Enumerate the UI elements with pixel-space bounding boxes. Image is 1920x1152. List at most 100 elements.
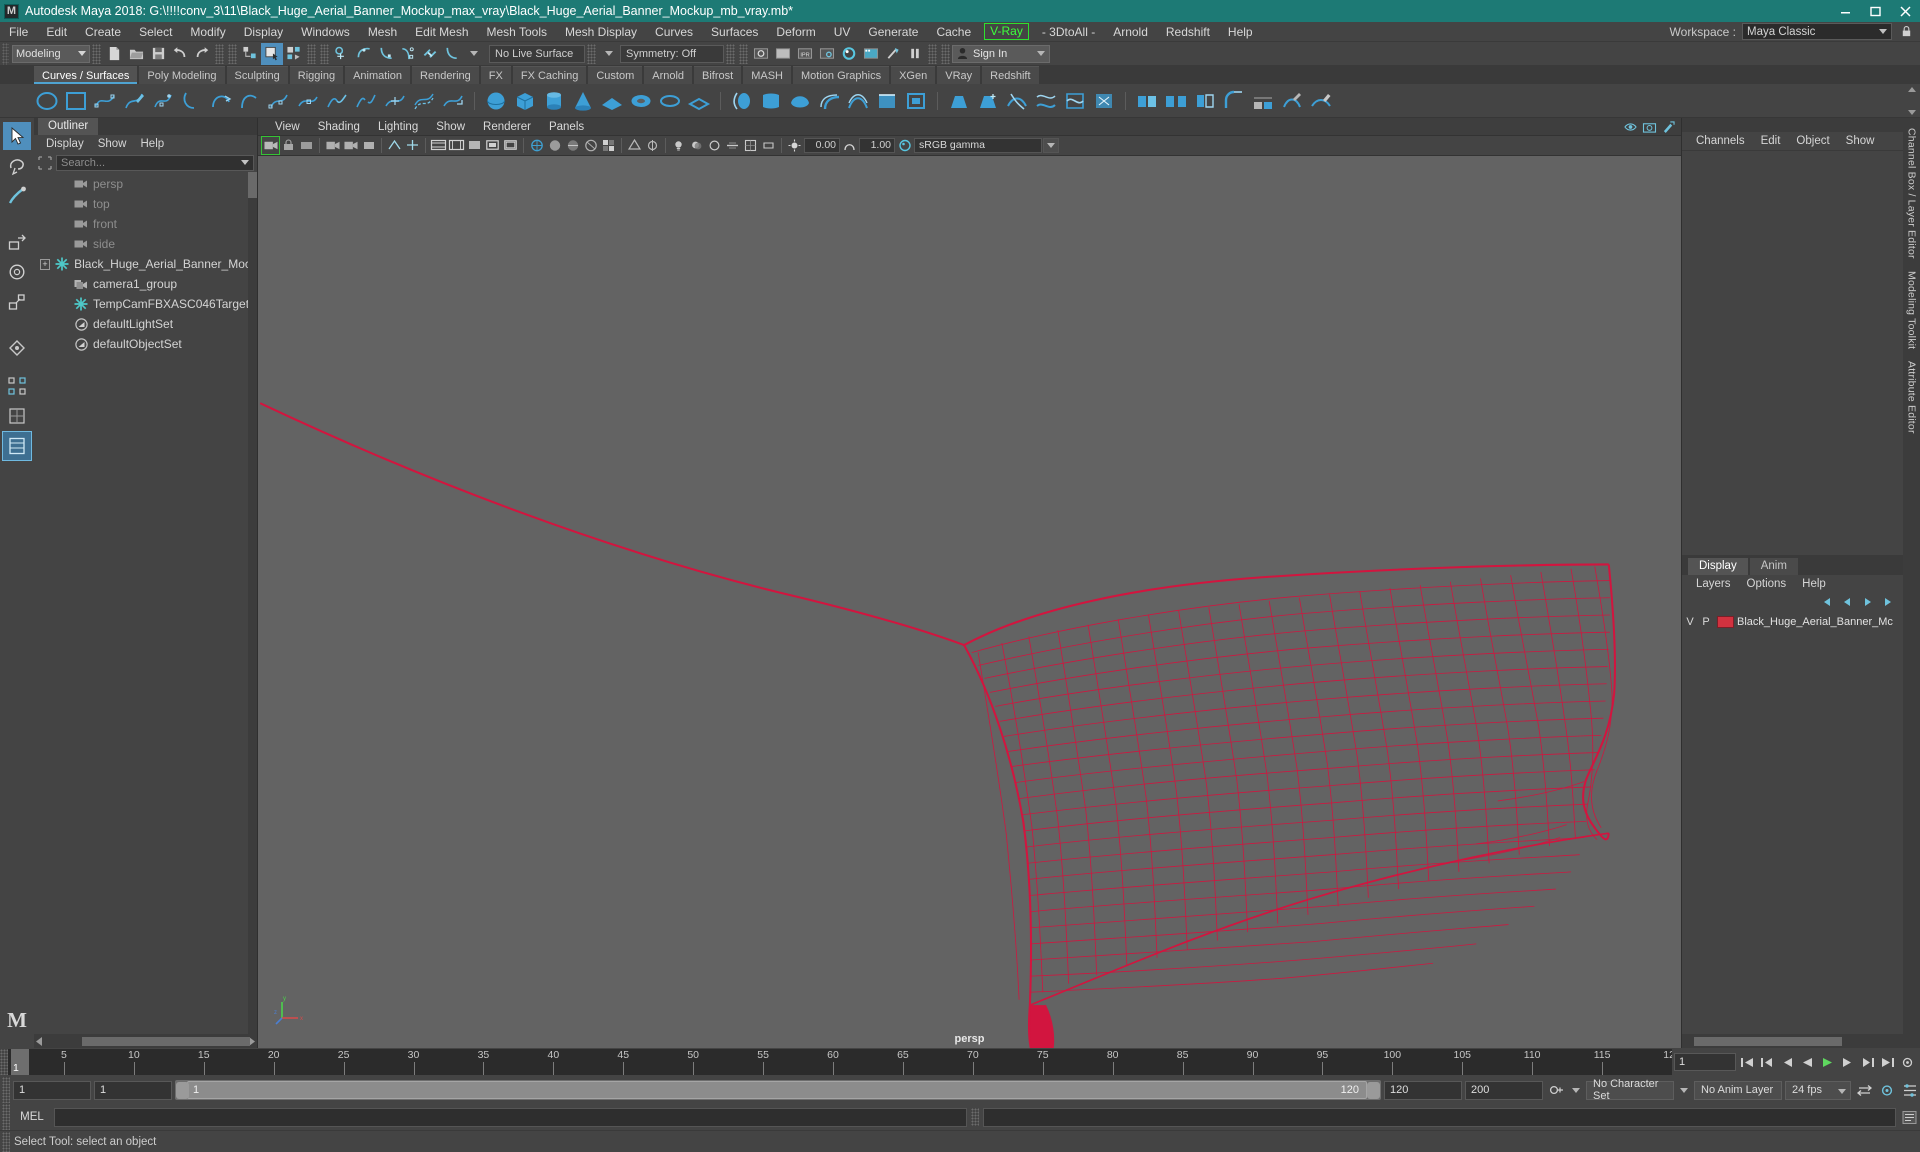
menu-file[interactable]: File [0,22,37,42]
character-set-field[interactable]: No Character Set [1586,1078,1674,1102]
nurbs-circle-prim-icon[interactable] [657,88,683,114]
outliner-item-side[interactable]: side [34,234,257,254]
render-sequence-icon[interactable] [860,43,882,65]
menu-mesh-display[interactable]: Mesh Display [556,22,646,42]
menu-cache[interactable]: Cache [927,22,980,42]
xray-display-icon[interactable] [2,431,32,461]
nurbs-cube-icon[interactable] [512,88,538,114]
scrollbar-thumb[interactable] [82,1037,250,1046]
rotate-tool-icon[interactable] [3,258,31,286]
hypershade-icon[interactable] [838,43,860,65]
menu-help[interactable]: Help [1219,22,1262,42]
exposure-value-field[interactable]: 0.00 [804,137,840,153]
offset-curve-icon[interactable] [411,88,437,114]
show-render-view-icon[interactable] [750,43,772,65]
shelf-tab-mash[interactable]: MASH [743,66,791,84]
menu-edit-mesh[interactable]: Edit Mesh [406,22,477,42]
channelbox-menu-channels[interactable]: Channels [1688,133,1753,150]
ipr-render-icon[interactable]: IPR [794,43,816,65]
safe-title-icon[interactable] [502,137,519,154]
bevel-plus-icon[interactable] [975,88,1001,114]
shelf-tab-custom[interactable]: Custom [588,66,643,84]
wireframe-shaded-icon[interactable] [528,137,545,154]
symmetry-dropdown-arrow[interactable] [598,43,620,65]
surface-paint-icon[interactable] [1308,88,1334,114]
loft-icon[interactable] [758,88,784,114]
range-start-field[interactable]: 1 [94,1080,172,1100]
menu-arnold[interactable]: Arnold [1104,22,1157,42]
play-backwards-icon[interactable] [1798,1053,1816,1071]
minimize-button[interactable] [1830,0,1860,22]
bezier-curve-tool-icon[interactable] [179,88,205,114]
anim-start-field[interactable]: 1 [13,1080,91,1100]
make-live-dropdown[interactable] [463,43,485,65]
nurbs-sphere-icon[interactable] [483,88,509,114]
menu-surfaces[interactable]: Surfaces [702,22,767,42]
scrollbar-thumb[interactable] [248,172,257,198]
viewport-menu-show[interactable]: Show [427,118,474,136]
outliner-menu-display[interactable]: Display [40,136,90,152]
vtab-modeling-toolkit[interactable]: Modeling Toolkit [1906,265,1918,355]
square-surface-icon[interactable] [903,88,929,114]
viewport-menu-view[interactable]: View [266,118,309,136]
three-point-arc-icon[interactable] [208,88,234,114]
multisample-icon[interactable] [742,137,759,154]
shelf-tab-redshift[interactable]: Redshift [982,66,1039,84]
extrude-icon[interactable] [816,88,842,114]
snap-to-view-plane-icon[interactable] [419,43,441,65]
menu-curves[interactable]: Curves [646,22,702,42]
menu-generate[interactable]: Generate [859,22,927,42]
go-to-end-icon[interactable] [1878,1053,1896,1071]
ep-curve-tool-icon[interactable] [150,88,176,114]
tab-anim-layers[interactable]: Anim [1749,558,1798,575]
lock-icon[interactable] [1898,24,1914,40]
layer-playback-toggle[interactable]: P [1698,616,1714,628]
viewport-menu-panels[interactable]: Panels [540,118,593,136]
animation-preferences-gear-icon[interactable] [1877,1080,1897,1100]
menu-mesh[interactable]: Mesh [359,22,406,42]
xray-icon[interactable] [626,137,643,154]
shelf-tab-xgen[interactable]: XGen [891,66,936,84]
outliner-item-persp[interactable]: persp [34,174,257,194]
range-slider-bar[interactable]: 1 120 [175,1080,1381,1100]
animation-preferences-icon[interactable] [1898,1053,1916,1071]
safe-action-icon[interactable] [484,137,501,154]
save-scene-icon[interactable] [147,43,169,65]
curve-editing-tool-icon[interactable] [295,88,321,114]
tab-display-layers[interactable]: Display [1688,558,1748,575]
help-line-grip[interactable] [2,1131,10,1152]
time-slider-grip[interactable] [0,1049,8,1075]
birail-icon[interactable] [845,88,871,114]
snap-to-projected-center-icon[interactable] [397,43,419,65]
isolate-select-icon[interactable] [1622,118,1639,135]
untrim-surfaces-icon[interactable] [1091,88,1117,114]
film-gate-icon[interactable] [404,137,421,154]
menu-3dtoall[interactable]: - 3DtoAll - [1033,22,1104,42]
smooth-shade-all-icon[interactable] [546,137,563,154]
depth-peeling-icon[interactable] [760,137,777,154]
menu-uv[interactable]: UV [825,22,860,42]
lock-camera-icon[interactable] [280,137,297,154]
chevron-down-icon[interactable] [241,160,249,165]
preferences-icon[interactable] [1900,1080,1920,1100]
select-tool-icon[interactable] [3,122,31,150]
detach-surfaces-icon[interactable] [1163,88,1189,114]
shelf-tab-bifrost[interactable]: Bifrost [694,66,742,84]
attribute-editor-icon[interactable] [1660,118,1677,135]
snap-to-curve-icon[interactable] [353,43,375,65]
menu-display[interactable]: Display [235,22,292,42]
range-selection[interactable] [187,1081,1367,1099]
attach-surfaces-icon[interactable] [1134,88,1160,114]
anim-layer-dropdown-arrow[interactable] [1677,1081,1691,1100]
snapshot-icon[interactable] [1641,118,1658,135]
shelf-tab-fx[interactable]: FX [480,66,511,84]
layer-color-swatch[interactable] [1717,615,1734,628]
outliner-item-top[interactable]: top [34,194,257,214]
open-scene-icon[interactable] [125,43,147,65]
fps-dropdown[interactable]: 24 fps [1785,1080,1851,1100]
hardware-texturing-icon[interactable] [582,137,599,154]
outliner-item-default-light-set[interactable]: defaultLightSet [34,314,257,334]
shelf-tab-rendering[interactable]: Rendering [412,66,479,84]
select-by-object-icon[interactable] [261,42,283,65]
intersect-surfaces-icon[interactable] [1004,88,1030,114]
